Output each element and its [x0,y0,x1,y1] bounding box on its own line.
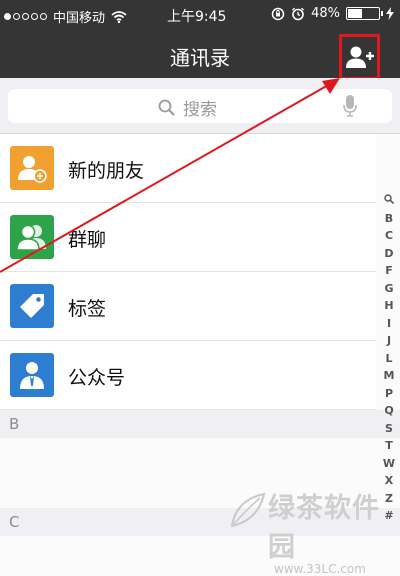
index-letter[interactable]: B [385,210,393,228]
group-chat-icon [10,215,54,259]
microphone-icon[interactable] [343,95,357,117]
index-letter[interactable]: G [384,280,393,298]
list-item-label: 公众号 [68,367,126,389]
watermark-title: 绿茶软件园 [268,493,380,563]
carrier-name: 中国移动 [53,11,106,26]
search-placeholder: 搜索 [183,100,217,120]
list-item-label: 新的朋友 [68,160,145,182]
add-friend-button[interactable] [339,34,380,80]
list-item-label: 标签 [68,298,107,320]
charging-bolt-icon [386,7,394,20]
rotation-lock-icon [271,7,285,20]
index-letter[interactable]: S [385,420,393,438]
battery-icon [346,7,383,20]
status-time: 上午9:45 [167,9,227,25]
status-left: 中国移动 [4,7,127,26]
index-letter[interactable]: I [387,315,391,333]
index-letter[interactable]: T [385,437,393,455]
watermark-logo-icon [230,492,266,528]
signal-strength-icon [4,13,47,20]
alphabet-index[interactable]: B C D F G H I J L M P Q S T W X Z # [382,192,396,525]
list-item-tags[interactable]: 标签 [0,272,376,341]
official-account-icon [10,353,54,397]
section-header-b: B [0,410,400,438]
search-input[interactable]: 搜索 [8,89,392,123]
index-letter[interactable]: D [384,245,393,263]
index-letter[interactable]: H [384,297,393,315]
list-item-new-friends[interactable]: 新的朋友 [0,134,376,203]
list-item-group-chat[interactable]: 群聊 [0,203,376,272]
index-letter[interactable]: L [385,350,392,368]
watermark-url: www.33LC.com [274,562,366,576]
index-letter[interactable]: J [387,332,391,350]
new-friend-icon [10,146,54,190]
index-letter[interactable]: W [383,455,395,473]
wifi-icon [111,10,127,23]
index-letter[interactable]: M [384,367,395,385]
battery-percent: 48% [311,6,340,21]
status-bar: 中国移动 上午9:45 48% [0,0,400,30]
contacts-function-list: 新的朋友 群聊 标签 公众号 [0,134,376,410]
index-letter[interactable]: Q [384,402,393,420]
index-letter[interactable]: P [385,385,393,403]
index-letter[interactable]: F [385,262,393,280]
index-letter[interactable]: C [385,227,393,245]
nav-bar: 通讯录 [0,30,400,80]
watermark: 绿茶软件园 www.33LC.com [230,486,400,576]
search-bar: 搜索 [0,78,400,134]
list-item-label: 群聊 [68,229,107,251]
status-right: 48% [271,6,394,21]
list-item-official-accounts[interactable]: 公众号 [0,341,376,410]
index-search-icon[interactable] [384,192,395,210]
search-icon [158,99,175,116]
tag-icon [10,284,54,328]
add-friend-icon [345,46,374,68]
alarm-icon [292,7,305,20]
